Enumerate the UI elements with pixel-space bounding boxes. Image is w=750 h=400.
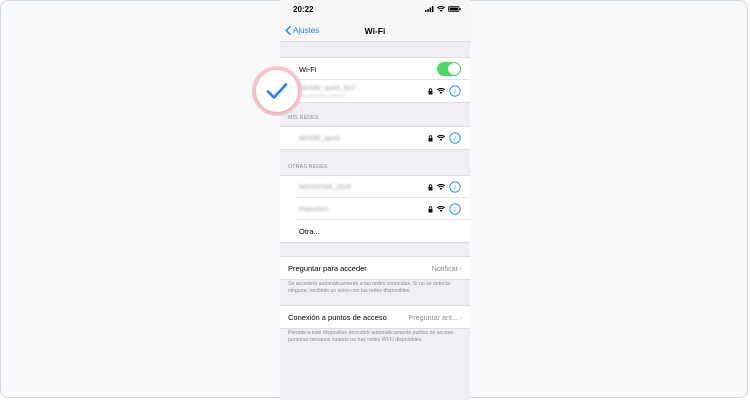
wifi-label: Wi-Fi — [299, 64, 317, 74]
wifi-signal-icon — [437, 206, 445, 212]
ask-join-row[interactable]: Preguntar para acceder Notificar › — [280, 257, 470, 279]
otras-redes-group: MOVISTAR_2D2F i Repuntico i Otra... — [280, 175, 470, 243]
mis-redes-header: MIS REDES — [288, 115, 319, 121]
other-network-label: Otra... — [299, 226, 320, 236]
network-name: Repuntico — [299, 205, 329, 213]
network-icons: i — [428, 132, 461, 144]
connected-network-row[interactable]: MAXIM_spot5_5GT Sin conexión a Internet … — [280, 80, 470, 102]
svg-text:i: i — [454, 88, 456, 96]
status-icons — [425, 6, 461, 12]
hotspot-label: Conexión a puntos de acceso — [288, 312, 387, 322]
otras-redes-header: OTRAS REDES — [288, 164, 328, 170]
hotspot-value: Preguntar ant... — [408, 312, 458, 322]
wifi-toggle[interactable] — [437, 62, 461, 76]
checkmark-badge-inner — [256, 70, 298, 112]
wifi-status-icon — [437, 6, 445, 12]
lock-icon — [428, 205, 433, 212]
lock-icon — [428, 183, 433, 190]
other-network-row[interactable]: Otra... — [280, 220, 470, 242]
connected-network-status: Sin conexión a Internet — [299, 93, 346, 98]
svg-text:i: i — [454, 135, 456, 143]
navigation-bar: Ajustes Wi-Fi — [280, 20, 470, 42]
info-icon[interactable]: i — [449, 132, 461, 144]
wifi-signal-icon — [437, 135, 445, 141]
wifi-signal-icon — [437, 184, 445, 190]
ask-join-group: Preguntar para acceder Notificar › — [280, 256, 470, 280]
network-row[interactable]: MOVISTAR_2D2F i — [280, 176, 470, 198]
info-icon[interactable]: i — [449, 203, 461, 215]
wifi-toggle-row: Wi-Fi — [280, 58, 470, 80]
hotspot-group: Conexión a puntos de acceso Preguntar an… — [280, 305, 470, 329]
ask-join-value: Notificar — [431, 263, 458, 273]
lock-icon — [428, 134, 433, 141]
hotspot-footer: Permite a este dispositivo descubrir aut… — [288, 330, 454, 343]
network-row[interactable]: MAXIM_spot3 i — [280, 127, 470, 149]
network-icons: i — [428, 203, 461, 215]
checkmark-badge — [252, 66, 302, 116]
network-row[interactable]: Repuntico i — [280, 198, 470, 220]
lock-icon — [428, 87, 433, 94]
network-name: MOVISTAR_2D2F — [299, 183, 352, 191]
cellular-icon — [425, 6, 434, 12]
toggle-knob — [448, 63, 460, 75]
wifi-signal-icon — [437, 88, 445, 94]
chevron-right-icon: › — [459, 263, 462, 273]
hotspot-row[interactable]: Conexión a puntos de acceso Preguntar an… — [280, 306, 470, 328]
network-name: MAXIM_spot3 — [299, 134, 340, 142]
status-bar: 20:22 — [280, 0, 470, 20]
ask-join-footer: Se accederá automáticamente a las redes … — [288, 281, 451, 294]
wifi-toggle-group: Wi-Fi MAXIM_spot5_5GT Sin conexión a Int… — [280, 57, 470, 103]
info-icon[interactable]: i — [449, 85, 461, 97]
status-time: 20:22 — [293, 5, 314, 14]
mis-redes-group: MAXIM_spot3 i — [280, 126, 470, 150]
page-title: Wi-Fi — [364, 26, 386, 36]
checkmark-icon — [266, 83, 288, 99]
battery-icon — [448, 6, 461, 12]
iphone-screen: 20:22 Ajustes Wi-Fi Wi-Fi MAXIM_spot5_5G… — [280, 0, 470, 400]
info-icon[interactable]: i — [449, 181, 461, 193]
chevron-right-icon: › — [459, 312, 462, 322]
connected-network-name: MAXIM_spot5_5GT — [299, 85, 357, 92]
ask-join-label: Preguntar para acceder — [288, 263, 367, 273]
network-icons: i — [428, 85, 461, 97]
network-icons: i — [428, 181, 461, 193]
svg-text:i: i — [454, 206, 456, 214]
svg-text:i: i — [454, 184, 456, 192]
